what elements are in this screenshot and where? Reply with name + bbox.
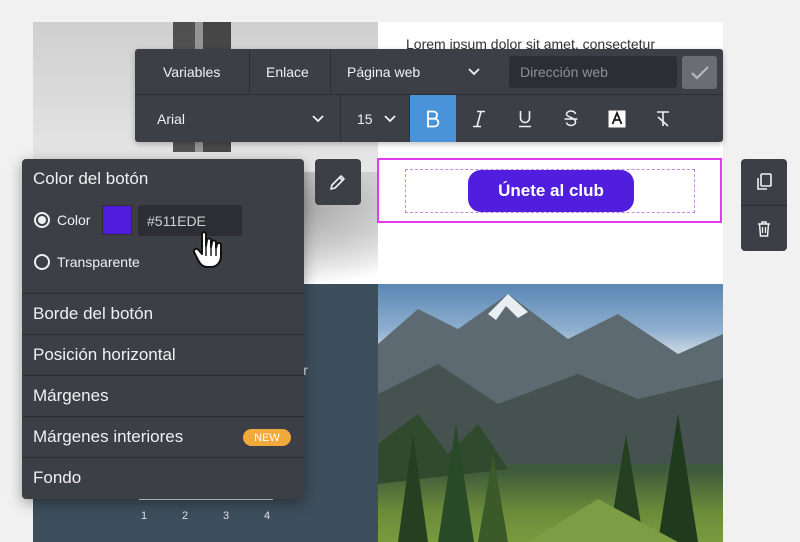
color-option-label: Color bbox=[57, 212, 91, 228]
chevron-down-icon bbox=[312, 114, 324, 122]
axis-tick-label: 1 bbox=[141, 510, 148, 522]
check-icon bbox=[690, 65, 709, 80]
clear-format-icon bbox=[657, 110, 669, 127]
section-label: Márgenes bbox=[33, 386, 109, 405]
join-club-button[interactable]: Únete al club bbox=[468, 170, 634, 212]
axis-tick-label: 4 bbox=[264, 510, 271, 522]
section-horizontal-position[interactable]: Posición horizontal bbox=[22, 334, 304, 375]
section-padding[interactable]: Márgenes interiores NEW bbox=[22, 416, 304, 457]
trash-icon bbox=[758, 220, 770, 237]
axis-tick-label: 3 bbox=[223, 510, 230, 522]
bold-icon bbox=[427, 110, 440, 127]
section-border[interactable]: Borde del botón bbox=[22, 293, 304, 334]
divider bbox=[330, 49, 331, 95]
link-type-label: Página web bbox=[347, 64, 421, 80]
url-input[interactable] bbox=[509, 56, 677, 88]
pencil-icon bbox=[330, 175, 345, 190]
italic-button[interactable] bbox=[456, 95, 502, 142]
clear-format-button[interactable] bbox=[640, 95, 686, 142]
axis-tick-label: 2 bbox=[182, 510, 189, 522]
transparent-radio[interactable] bbox=[34, 254, 50, 270]
delete-button[interactable] bbox=[741, 205, 787, 251]
selected-button-block[interactable]: Únete al club bbox=[377, 158, 722, 223]
panel-title: Color del botón bbox=[33, 169, 149, 188]
color-swatch[interactable] bbox=[102, 205, 132, 235]
hand-cursor-icon bbox=[192, 231, 222, 268]
italic-icon bbox=[473, 110, 485, 127]
transparent-option-label: Transparente bbox=[57, 254, 140, 270]
section-background[interactable]: Fondo bbox=[22, 457, 304, 498]
hex-color-input[interactable] bbox=[138, 205, 242, 236]
font-family-dropdown[interactable]: Arial bbox=[157, 95, 324, 142]
strikethrough-icon bbox=[564, 109, 578, 126]
section-margins[interactable]: Márgenes bbox=[22, 375, 304, 416]
divider bbox=[340, 95, 341, 142]
font-size-dropdown[interactable]: 15 bbox=[357, 95, 396, 142]
strikethrough-button[interactable] bbox=[548, 95, 594, 142]
block-actions bbox=[741, 159, 787, 251]
link-type-dropdown[interactable]: Página web bbox=[347, 49, 480, 95]
font-size-value: 15 bbox=[357, 110, 373, 127]
edit-button[interactable] bbox=[315, 159, 361, 205]
link-menu[interactable]: Enlace bbox=[266, 49, 309, 95]
section-label: Borde del botón bbox=[33, 304, 154, 323]
variables-menu[interactable]: Variables bbox=[163, 49, 220, 95]
text-color-icon bbox=[608, 110, 626, 127]
button-settings-panel: Color del botón Color Transparente Borde… bbox=[22, 159, 304, 499]
text-toolbar: Variables Enlace Página web Arial 15 bbox=[135, 49, 723, 142]
toolbar-row-format: Arial 15 bbox=[135, 95, 723, 142]
confirm-link-button[interactable] bbox=[682, 56, 717, 89]
underline-icon bbox=[519, 110, 531, 127]
duplicate-button[interactable] bbox=[741, 159, 787, 205]
section-label: Fondo bbox=[33, 468, 82, 487]
text-color-button[interactable] bbox=[594, 95, 640, 142]
chevron-down-icon bbox=[383, 114, 396, 122]
chevron-down-icon bbox=[468, 68, 480, 76]
duplicate-icon bbox=[757, 173, 772, 190]
underline-button[interactable] bbox=[502, 95, 548, 142]
toolbar-row-links: Variables Enlace Página web bbox=[135, 49, 723, 95]
font-family-value: Arial bbox=[157, 110, 186, 127]
new-badge: NEW bbox=[243, 429, 291, 446]
mountain-image bbox=[378, 284, 723, 542]
bold-button[interactable] bbox=[410, 95, 456, 142]
divider bbox=[249, 49, 250, 95]
color-radio[interactable] bbox=[34, 212, 50, 228]
section-label: Posición horizontal bbox=[33, 345, 176, 364]
section-label: Márgenes interiores bbox=[33, 427, 184, 446]
chart-axis-line bbox=[139, 499, 273, 500]
